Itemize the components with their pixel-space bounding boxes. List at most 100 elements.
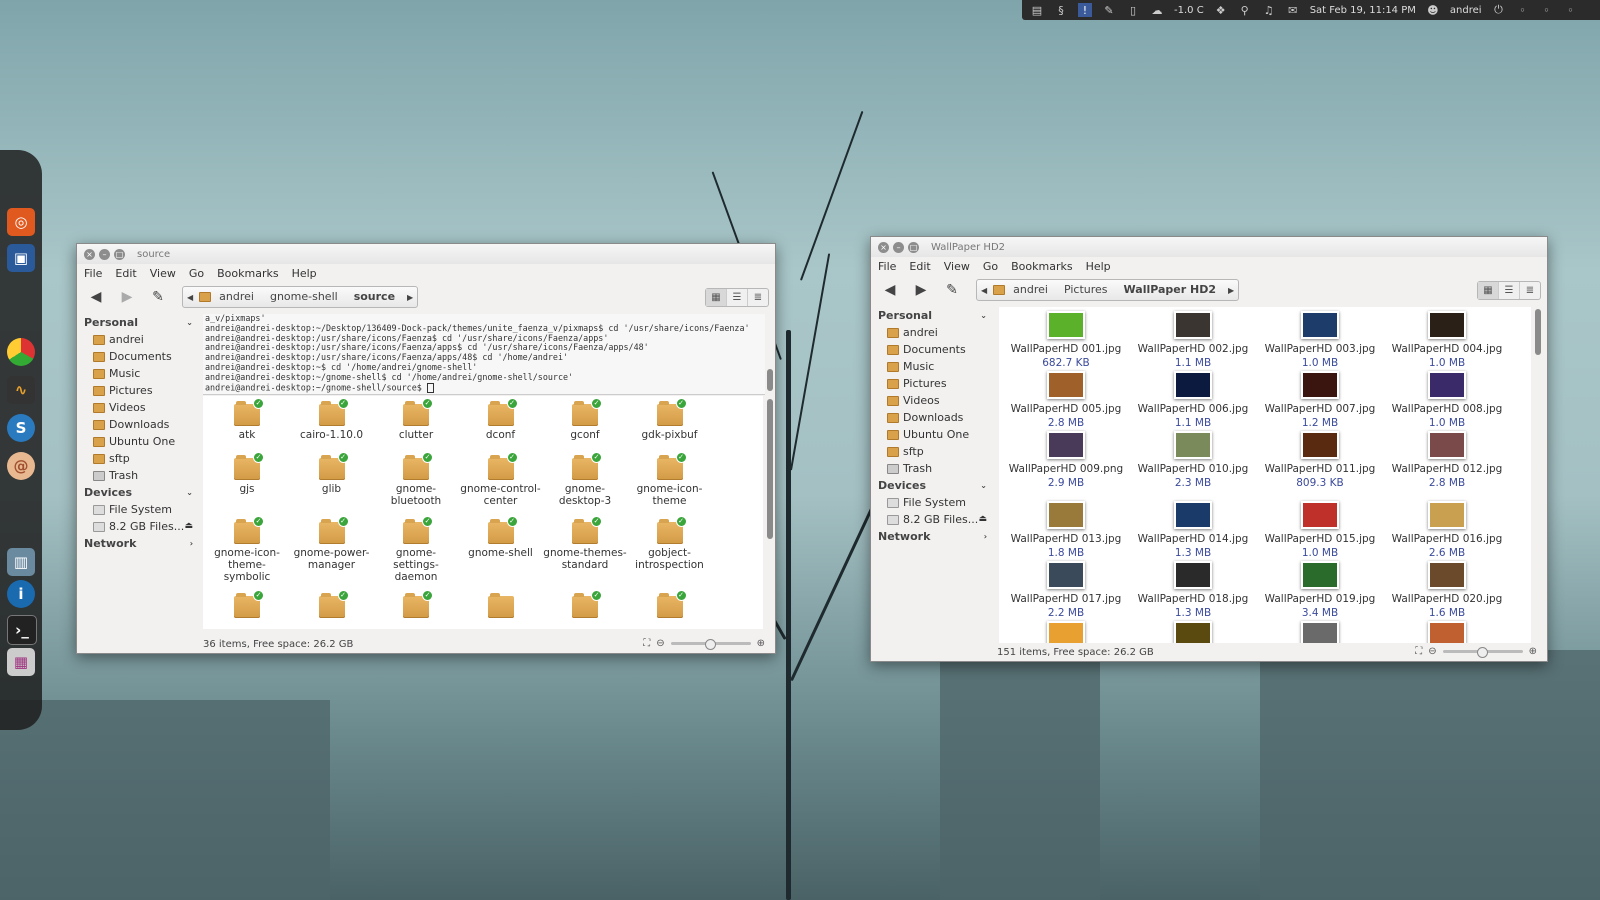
zoom-slider[interactable]	[1442, 647, 1523, 658]
sidebar-section-personal[interactable]: Personal ⌄	[77, 314, 203, 331]
clipboard-icon[interactable]: ▯	[1126, 3, 1140, 17]
file-item[interactable]	[1130, 621, 1256, 643]
minimize-window-button[interactable]: –	[893, 241, 904, 253]
file-item[interactable]: WallPaperHD 004.jpg 1.0 MB	[1384, 311, 1510, 370]
menu-go[interactable]: Go	[189, 267, 204, 280]
eject-icon[interactable]: ⏏	[184, 518, 193, 535]
sidebar-item-pictures[interactable]: Pictures	[871, 375, 997, 392]
sidebar-item-sftp[interactable]: sftp	[871, 443, 997, 460]
titlebar[interactable]: × – □ WallPaper HD2	[871, 237, 1547, 257]
breadcrumb-andrei[interactable]: andrei	[1005, 280, 1056, 300]
sidebar-item-trash[interactable]: Trash	[871, 460, 997, 477]
terminal-icon[interactable]: ›_	[7, 615, 37, 645]
volume-icon[interactable]: ♫	[1262, 3, 1276, 17]
weather-icon[interactable]: ☁	[1150, 3, 1164, 17]
menu-help[interactable]: Help	[1086, 260, 1111, 273]
menu-file[interactable]: File	[878, 260, 896, 273]
folder-item[interactable]: ✓	[205, 590, 289, 621]
sidebar-item-music[interactable]: Music	[77, 365, 203, 382]
maximize-icon[interactable]: ◦	[1540, 3, 1554, 17]
fit-icon[interactable]: ⛶	[1415, 646, 1422, 657]
file-item[interactable]: WallPaperHD 016.jpg 2.6 MB	[1384, 501, 1510, 560]
file-item[interactable]: WallPaperHD 014.jpg 1.3 MB	[1130, 501, 1256, 560]
pen-icon[interactable]: ✎	[1102, 3, 1116, 17]
sidebar-item-file-system[interactable]: File System	[871, 494, 997, 511]
file-item[interactable]: WallPaperHD 011.jpg 809.3 KB	[1257, 431, 1383, 490]
file-item[interactable]: WallPaperHD 010.jpg 2.3 MB	[1130, 431, 1256, 490]
zoom-out-icon[interactable]: ⊖	[656, 638, 664, 649]
folder-item[interactable]: ✓ dconf	[459, 398, 543, 441]
collapse-arrow-icon[interactable]: ⌄	[186, 484, 193, 501]
sidebar-item-pictures[interactable]: Pictures	[77, 382, 203, 399]
file-item[interactable]: WallPaperHD 013.jpg 1.8 MB	[1003, 501, 1129, 560]
close-window-button[interactable]: ×	[878, 241, 889, 253]
file-item[interactable]: WallPaperHD 017.jpg 2.2 MB	[1003, 561, 1129, 620]
compact-view-button[interactable]: ≣	[748, 289, 768, 306]
sidebar-item-sftp[interactable]: sftp	[77, 450, 203, 467]
forward-button[interactable]: ▶	[116, 286, 138, 308]
power-icon[interactable]: ⏻	[1492, 3, 1506, 17]
folder-item[interactable]: ✓ gnome-icon-theme	[628, 452, 712, 507]
file-item[interactable]: WallPaperHD 001.jpg 682.7 KB	[1003, 311, 1129, 370]
folder-item[interactable]: ✓	[374, 590, 458, 621]
breadcrumb-source[interactable]: source	[346, 287, 403, 307]
collapse-arrow-icon[interactable]: ⌄	[980, 307, 987, 324]
edit-location-button[interactable]: ✎	[147, 286, 169, 308]
folder-item[interactable]	[459, 593, 543, 621]
menu-edit[interactable]: Edit	[909, 260, 930, 273]
folder-item[interactable]: ✓ cairo-1.10.0	[290, 398, 374, 441]
swiftfox-icon[interactable]: S	[7, 414, 35, 442]
breadcrumb-right-arrow[interactable]: ▶	[1224, 286, 1238, 295]
file-item[interactable]: WallPaperHD 008.jpg 1.0 MB	[1384, 371, 1510, 430]
breadcrumb-left-arrow[interactable]: ◀	[977, 286, 991, 295]
folder-item[interactable]: ✓	[543, 590, 627, 621]
file-item[interactable]: WallPaperHD 009.png 2.9 MB	[1003, 431, 1129, 490]
menu-edit[interactable]: Edit	[115, 267, 136, 280]
folder-item[interactable]: ✓ gnome-power-manager	[290, 516, 374, 571]
clock-label[interactable]: Sat Feb 19, 11:14 PM	[1310, 5, 1416, 16]
sidebar-section-devices[interactable]: Devices ⌄	[77, 484, 203, 501]
zoom-in-icon[interactable]: ⊕	[1529, 646, 1537, 657]
folder-item[interactable]: ✓ gconf	[543, 398, 627, 441]
file-item[interactable]: WallPaperHD 005.jpg 2.8 MB	[1003, 371, 1129, 430]
folder-item[interactable]: ✓	[290, 590, 374, 621]
sidebar-item-volume[interactable]: 8.2 GB Files... ⏏	[77, 518, 203, 535]
expand-arrow-icon[interactable]: ›	[190, 535, 193, 552]
sidebar-item-downloads[interactable]: Downloads	[77, 416, 203, 433]
list-view-button[interactable]: ☰	[1499, 282, 1520, 299]
zoom-in-icon[interactable]: ⊕	[757, 638, 765, 649]
temperature-label[interactable]: -1.0 C	[1174, 5, 1204, 16]
file-item[interactable]: WallPaperHD 007.jpg 1.2 MB	[1257, 371, 1383, 430]
file-item[interactable]: WallPaperHD 019.jpg 3.4 MB	[1257, 561, 1383, 620]
sidebar-section-personal[interactable]: Personal ⌄	[871, 307, 997, 324]
folder-item[interactable]: ✓	[628, 590, 712, 621]
close-window-button[interactable]: ×	[84, 248, 95, 260]
sidebar-item-videos[interactable]: Videos	[77, 399, 203, 416]
terminal-scrollbar[interactable]	[767, 369, 773, 391]
sidebar-item-music[interactable]: Music	[871, 358, 997, 375]
mail-icon[interactable]: ✉	[1286, 3, 1300, 17]
folder-item[interactable]: ✓ gnome-settings-daemon	[374, 516, 458, 583]
zoom-slider-knob[interactable]	[704, 639, 716, 650]
sidebar-section-network[interactable]: Network ›	[77, 535, 203, 552]
folder-grid-scrollbar[interactable]	[767, 399, 773, 539]
chrome-icon[interactable]	[7, 338, 35, 366]
list-view-button[interactable]: ☰	[727, 289, 748, 306]
file-item[interactable]: WallPaperHD 012.jpg 2.8 MB	[1384, 431, 1510, 490]
sidebar-item-videos[interactable]: Videos	[871, 392, 997, 409]
expand-arrow-icon[interactable]: ›	[984, 528, 987, 545]
update-icon[interactable]: i	[7, 580, 35, 608]
menu-view[interactable]: View	[150, 267, 176, 280]
menu-help[interactable]: Help	[292, 267, 317, 280]
file-item[interactable]: WallPaperHD 015.jpg 1.0 MB	[1257, 501, 1383, 560]
breadcrumb-pictures[interactable]: Pictures	[1056, 280, 1116, 300]
file-item[interactable]	[1384, 621, 1510, 643]
back-button[interactable]: ◀	[85, 286, 107, 308]
file-item[interactable]: WallPaperHD 020.jpg 1.6 MB	[1384, 561, 1510, 620]
sidebar-item-documents[interactable]: Documents	[77, 348, 203, 365]
file-item[interactable]	[1003, 621, 1129, 643]
zoom-slider-knob[interactable]	[1476, 647, 1488, 658]
menu-file[interactable]: File	[84, 267, 102, 280]
collapse-arrow-icon[interactable]: ⌄	[186, 314, 193, 331]
user-name[interactable]: andrei	[1450, 5, 1482, 16]
